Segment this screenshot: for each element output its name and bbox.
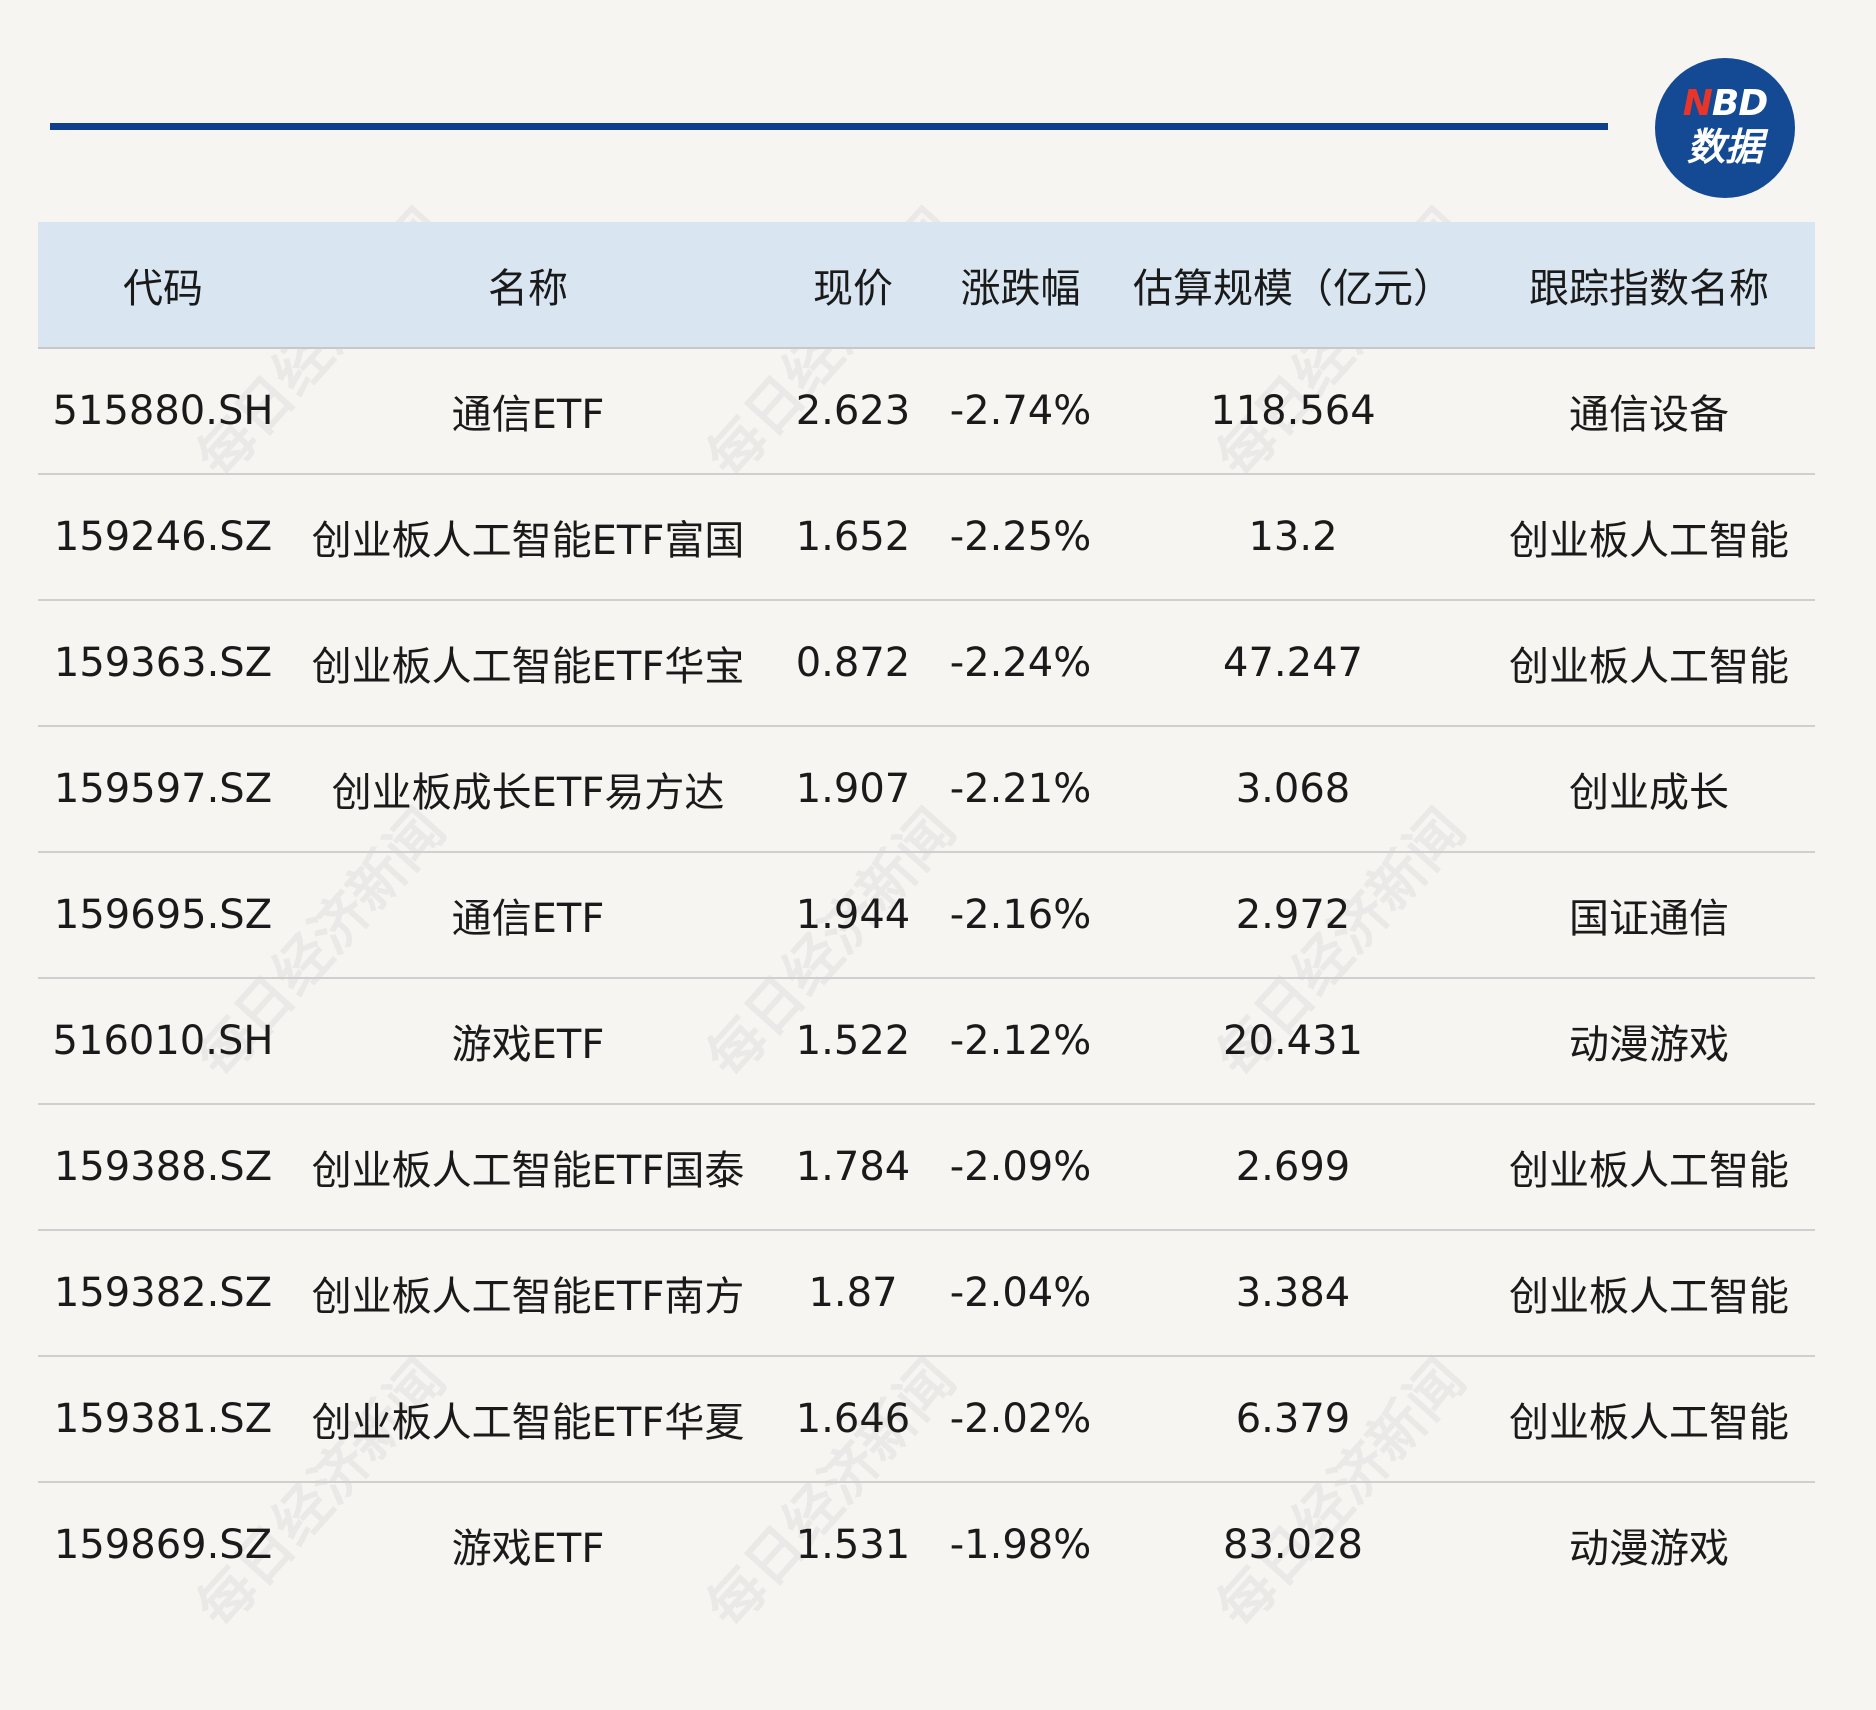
cell-price: 0.872: [768, 600, 938, 727]
cell-price: 1.531: [795, 1522, 911, 1568]
cell-change: -2.16%: [938, 852, 1103, 979]
table-row: 515880.SH 通信ETF 2.623 -2.74% 118.564 通信设备: [38, 348, 1815, 475]
cell-index: 创业板人工智能: [1483, 1104, 1815, 1231]
cell-change: -2.24%: [938, 600, 1103, 727]
cell-price: 1.784: [768, 1104, 938, 1231]
nbd-data-logo: NBD 数据: [1655, 58, 1795, 198]
cell-code: 515880.SH: [38, 348, 288, 475]
cell-size: 6.379: [1103, 1356, 1483, 1483]
cell-change: -1.98%: [949, 1522, 1092, 1568]
cell-name: 通信ETF: [288, 348, 768, 475]
cell-name: 创业板人工智能ETF国泰: [288, 1104, 768, 1231]
cell-size: 2.972: [1103, 852, 1483, 979]
cell-code: 159381.SZ: [38, 1356, 288, 1483]
cell-name: 游戏ETF: [451, 1526, 605, 1572]
cell-code: 159869.SZ: [53, 1522, 273, 1568]
cell-index: 国证通信: [1483, 852, 1815, 979]
cell-name: 通信ETF: [288, 852, 768, 979]
table-row: 159695.SZ 通信ETF 1.944 -2.16% 2.972 国证通信: [38, 852, 1815, 979]
header-price: 现价: [768, 222, 938, 349]
table-row: 159869.SZ 游戏ETF 1.531 -1.98% 83.028 动漫游戏: [38, 1482, 1815, 1607]
table-row: 159382.SZ 创业板人工智能ETF南方 1.87 -2.04% 3.384 创业板人…: [38, 1230, 1815, 1357]
cell-index: 创业成长: [1483, 726, 1815, 853]
cell-name: 创业板成长ETF易方达: [288, 726, 768, 853]
cell-price: 1.522: [768, 978, 938, 1105]
cell-change: -2.12%: [938, 978, 1103, 1105]
cell-index: 动漫游戏: [1483, 978, 1815, 1105]
header-change: 涨跌幅: [938, 222, 1103, 349]
header-code: 代码: [38, 222, 288, 349]
cell-code: 159246.SZ: [38, 474, 288, 601]
table-row: 159381.SZ 创业板人工智能ETF华夏 1.646 -2.02% 6.379 创业板…: [38, 1356, 1815, 1483]
cell-index: 通信设备: [1483, 348, 1815, 475]
cell-price: 2.623: [768, 348, 938, 475]
cell-change: -2.74%: [938, 348, 1103, 475]
header-name: 名称: [288, 222, 768, 349]
cell-size: 20.431: [1103, 978, 1483, 1105]
cell-size: 3.384: [1103, 1230, 1483, 1357]
cell-change: -2.02%: [938, 1356, 1103, 1483]
cell-change: -2.04%: [938, 1230, 1103, 1357]
logo-bd: BD: [1711, 83, 1768, 124]
cell-name: 游戏ETF: [288, 978, 768, 1105]
table-row: 159388.SZ 创业板人工智能ETF国泰 1.784 -2.09% 2.699 创业板…: [38, 1104, 1815, 1231]
cell-change: -2.25%: [938, 474, 1103, 601]
table-row: 159597.SZ 创业板成长ETF易方达 1.907 -2.21% 3.068 创业成长: [38, 726, 1815, 853]
cell-size: 47.247: [1103, 600, 1483, 727]
cell-price: 1.907: [768, 726, 938, 853]
table-header-row: 代码 名称 现价 涨跌幅 估算规模（亿元） 跟踪指数名称: [38, 222, 1815, 349]
cell-price: 1.944: [768, 852, 938, 979]
header-index: 跟踪指数名称: [1483, 222, 1815, 349]
cell-size: 83.028: [1223, 1522, 1363, 1568]
table-row: 516010.SH 游戏ETF 1.522 -2.12% 20.431 动漫游戏: [38, 978, 1815, 1105]
cell-name: 创业板人工智能ETF南方: [288, 1230, 768, 1357]
cell-size: 3.068: [1103, 726, 1483, 853]
cell-price: 1.87: [768, 1230, 938, 1357]
cell-code: 516010.SH: [38, 978, 288, 1105]
cell-size: 2.699: [1103, 1104, 1483, 1231]
cell-code: 159695.SZ: [38, 852, 288, 979]
cell-size: 13.2: [1103, 474, 1483, 601]
cell-code: 159382.SZ: [38, 1230, 288, 1357]
top-rule: [50, 123, 1608, 130]
cell-index: 创业板人工智能: [1483, 600, 1815, 727]
logo-line-2: 数据: [1686, 125, 1763, 169]
table-row: 159246.SZ 创业板人工智能ETF富国 1.652 -2.25% 13.2 创业板人…: [38, 474, 1815, 601]
logo-line-1: NBD: [1655, 86, 1795, 122]
cell-name: 创业板人工智能ETF富国: [288, 474, 768, 601]
cell-index: 创业板人工智能: [1483, 1356, 1815, 1483]
header-size: 估算规模（亿元）: [1103, 222, 1483, 349]
cell-name: 创业板人工智能ETF华宝: [288, 600, 768, 727]
cell-change: -2.09%: [938, 1104, 1103, 1231]
cell-name: 创业板人工智能ETF华夏: [288, 1356, 768, 1483]
cell-size: 118.564: [1103, 348, 1483, 475]
cell-index: 创业板人工智能: [1483, 474, 1815, 601]
cell-index: 创业板人工智能: [1483, 1230, 1815, 1357]
cell-code: 159597.SZ: [38, 726, 288, 853]
table-row: 159363.SZ 创业板人工智能ETF华宝 0.872 -2.24% 47.247 创业…: [38, 600, 1815, 727]
logo-n: N: [1682, 83, 1713, 124]
cell-index: 动漫游戏: [1569, 1526, 1729, 1572]
table-body: 515880.SH 通信ETF 2.623 -2.74% 118.564 通信设备 1592…: [38, 348, 1815, 1607]
cell-price: 1.646: [768, 1356, 938, 1483]
cell-change: -2.21%: [938, 726, 1103, 853]
cell-price: 1.652: [768, 474, 938, 601]
etf-table: 代码 名称 现价 涨跌幅 估算规模（亿元） 跟踪指数名称 515880.SH 通信…: [38, 222, 1815, 1607]
cell-code: 159388.SZ: [38, 1104, 288, 1231]
cell-code: 159363.SZ: [38, 600, 288, 727]
